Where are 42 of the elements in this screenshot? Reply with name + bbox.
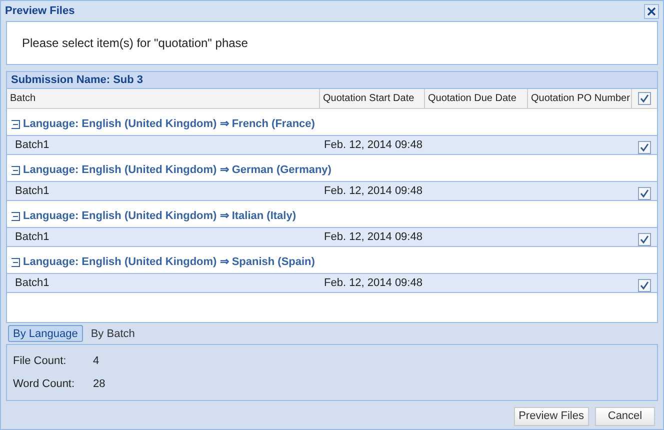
collapse-icon[interactable] (11, 258, 20, 266)
table-cell-text: Batch1 (14, 184, 50, 199)
group-header[interactable]: Language: English (United Kingdom) ⇒ Spanish (Spain) (23, 254, 315, 270)
column-header[interactable]: Batch (7, 89, 320, 108)
grid-row[interactable]: Batch1 Feb. 12, 2014 09:48 (7, 227, 657, 247)
table-cell-text: Feb. 12, 2014 09:48 (323, 276, 424, 291)
grid-row[interactable]: Batch1 Feb. 12, 2014 09:48 (7, 135, 657, 155)
instruction-text: Please select item(s) for "quotation" phase (22, 35, 248, 52)
dialog-button[interactable]: Cancel (595, 407, 655, 426)
checkbox[interactable] (638, 186, 651, 200)
group-header[interactable]: Language: English (United Kingdom) ⇒ German (Germany) (23, 162, 332, 178)
grid-row[interactable]: Batch1 Feb. 12, 2014 09:48 (7, 181, 657, 201)
dialog-button[interactable]: Preview Files (514, 407, 589, 426)
count-label: Word Count: (13, 376, 76, 392)
column-header[interactable]: Quotation Start Date (320, 89, 425, 108)
window-title: Preview Files (5, 4, 75, 19)
table-cell-text: Batch1 (14, 276, 50, 291)
checkbox[interactable] (638, 140, 651, 154)
group-header[interactable]: Language: English (United Kingdom) ⇒ Italian (Italy) (23, 208, 296, 224)
grid-title: Submission Name: Sub 3 (11, 72, 144, 88)
table-cell-text: Feb. 12, 2014 09:48 (323, 184, 424, 199)
close-icon (647, 6, 656, 16)
group-header[interactable]: Language: English (United Kingdom) ⇒ French (France) (23, 116, 315, 132)
checkbox[interactable] (638, 278, 651, 292)
column-header[interactable]: Quotation PO Number (528, 89, 632, 108)
table-cell-text: Feb. 12, 2014 09:48 (323, 138, 424, 153)
column-header[interactable]: Quotation Due Date (425, 89, 528, 108)
collapse-icon[interactable] (11, 120, 20, 128)
grid-row[interactable]: Batch1 Feb. 12, 2014 09:48 (7, 273, 657, 293)
tab[interactable]: By Batch (86, 325, 140, 342)
table-cell-text: Feb. 12, 2014 09:48 (323, 230, 424, 245)
tab[interactable]: By Language (8, 325, 83, 342)
count-value: 4 (93, 354, 100, 369)
collapse-icon[interactable] (11, 166, 20, 174)
close-button[interactable] (644, 4, 659, 18)
count-value: 28 (93, 376, 106, 392)
checkbox[interactable] (638, 232, 651, 246)
collapse-icon[interactable] (11, 212, 20, 220)
table-cell-text: Batch1 (14, 138, 50, 153)
checkbox[interactable] (638, 92, 651, 105)
table-cell-text: Batch1 (14, 230, 50, 245)
count-label: File Count: (13, 354, 68, 369)
